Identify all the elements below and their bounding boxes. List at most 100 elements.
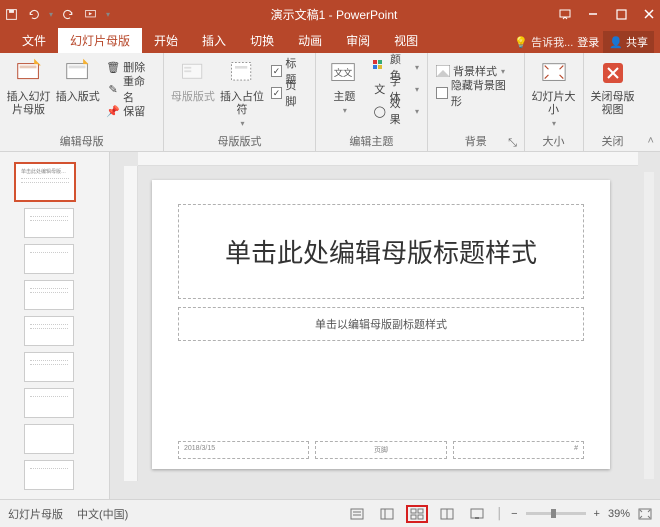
- quick-access-toolbar: ▾ ▾: [4, 7, 110, 21]
- layout-thumbnail[interactable]: [24, 460, 74, 490]
- close-icon[interactable]: [642, 7, 656, 21]
- rename-icon: ✎: [106, 82, 120, 96]
- slide-number-placeholder[interactable]: #: [453, 441, 584, 459]
- group-label: 关闭: [590, 131, 636, 149]
- tab-transitions[interactable]: 切换: [238, 28, 286, 53]
- themes-icon: 文文: [328, 57, 360, 89]
- share-button[interactable]: 👤共享: [603, 31, 654, 53]
- insert-slide-master-button[interactable]: 插入幻灯片母版: [6, 57, 51, 117]
- tab-view[interactable]: 视图: [382, 28, 430, 53]
- hide-bg-checkbox[interactable]: 隐藏背景图形: [434, 83, 518, 103]
- group-label: 背景⤡: [434, 131, 518, 149]
- layout-thumbnail[interactable]: [24, 424, 74, 454]
- group-edit-theme: 文文 主题▾ 颜色▾ 文字体▾ ◯效果▾ 编辑主题: [316, 53, 428, 151]
- horizontal-ruler: [138, 152, 638, 166]
- undo-dropdown-icon[interactable]: ▾: [49, 10, 53, 19]
- tab-review[interactable]: 审阅: [334, 28, 382, 53]
- slideshow-button[interactable]: [466, 505, 488, 523]
- group-size: 幻灯片大小▾ 大小: [525, 53, 584, 151]
- zoom-out-button[interactable]: −: [511, 508, 517, 520]
- rename-button[interactable]: ✎重命名: [104, 79, 157, 99]
- themes-button[interactable]: 文文 主题▾: [322, 57, 367, 116]
- master-layout-icon: [177, 57, 209, 89]
- placeholder-icon: [226, 57, 258, 89]
- colors-icon: [373, 60, 387, 74]
- close-master-button[interactable]: 关闭母版视图: [590, 57, 636, 117]
- footer-placeholder[interactable]: 页脚: [315, 441, 446, 459]
- preserve-button[interactable]: 📌保留: [104, 101, 157, 121]
- group-label: 母版版式: [170, 131, 309, 149]
- workspace: 单击此处编辑母版… 单击此处编辑母版标题样式 单击以编辑母版副标题样式 2018…: [0, 152, 660, 499]
- collapse-ribbon-icon[interactable]: ˄: [648, 135, 654, 147]
- group-edit-master: 插入幻灯片母版 插入版式 🗑删除 ✎重命名 📌保留 编辑母版: [0, 53, 164, 151]
- insert-placeholder-button[interactable]: 插入占位符▾: [219, 57, 264, 129]
- fit-to-window-button[interactable]: [638, 508, 652, 520]
- window-controls: [558, 7, 656, 21]
- status-bar: 幻灯片母版 中文(中国) │ − + 39%: [0, 499, 660, 527]
- vertical-scrollbar[interactable]: [644, 172, 654, 479]
- layout-thumbnail[interactable]: [24, 208, 74, 238]
- effects-button[interactable]: ◯效果▾: [371, 101, 421, 121]
- layout-thumbnail[interactable]: [24, 388, 74, 418]
- tab-slide-master[interactable]: 幻灯片母版: [58, 28, 142, 53]
- master-layout-button: 母版版式: [170, 57, 215, 104]
- layout-icon: [62, 57, 94, 89]
- group-background: 背景样式▾ 隐藏背景图形 背景⤡: [428, 53, 525, 151]
- background-icon: [436, 64, 450, 78]
- group-label: 大小: [531, 131, 577, 149]
- effects-icon: ◯: [373, 104, 387, 118]
- notes-button[interactable]: [346, 505, 368, 523]
- thumbnails-panel[interactable]: 单击此处编辑母版…: [0, 152, 110, 499]
- slide-editor: 单击此处编辑母版标题样式 单击以编辑母版副标题样式 2018/3/15 页脚 #: [110, 152, 660, 499]
- dialog-launcher-icon[interactable]: ⤡: [508, 137, 518, 147]
- preserve-icon: 📌: [106, 104, 120, 118]
- normal-view-button[interactable]: [376, 505, 398, 523]
- title-placeholder[interactable]: 单击此处编辑母版标题样式: [178, 204, 584, 299]
- tab-file[interactable]: 文件: [10, 28, 58, 53]
- tab-insert[interactable]: 插入: [190, 28, 238, 53]
- insert-layout-button[interactable]: 插入版式: [55, 57, 100, 104]
- undo-icon[interactable]: [26, 7, 40, 21]
- window-title: 演示文稿1 - PowerPoint: [110, 6, 558, 23]
- ribbon: 插入幻灯片母版 插入版式 🗑删除 ✎重命名 📌保留 编辑母版 母版版式 插入占位…: [0, 53, 660, 152]
- share-icon: 👤: [609, 36, 623, 49]
- slide-size-icon: [538, 57, 570, 89]
- delete-icon: 🗑: [106, 60, 120, 74]
- slide-master-icon: [13, 57, 45, 89]
- subtitle-placeholder[interactable]: 单击以编辑母版副标题样式: [178, 307, 584, 341]
- language-label[interactable]: 中文(中国): [77, 506, 128, 522]
- zoom-level[interactable]: 39%: [608, 508, 630, 520]
- view-mode-label: 幻灯片母版: [8, 506, 63, 522]
- group-label: 编辑主题: [322, 131, 421, 149]
- layout-thumbnail[interactable]: [24, 316, 74, 346]
- checkbox-checked-icon: ✓: [271, 87, 283, 99]
- group-close: 关闭母版视图 关闭: [584, 53, 642, 151]
- minimize-icon[interactable]: [586, 7, 600, 21]
- layout-thumbnail[interactable]: [24, 352, 74, 382]
- vertical-ruler: [124, 166, 138, 481]
- layout-thumbnail[interactable]: [24, 280, 74, 310]
- account-link[interactable]: 登录: [577, 34, 599, 50]
- zoom-in-button[interactable]: +: [594, 508, 600, 520]
- zoom-slider[interactable]: [526, 512, 586, 515]
- date-placeholder[interactable]: 2018/3/15: [178, 441, 309, 459]
- fonts-icon: 文: [373, 82, 387, 96]
- maximize-icon[interactable]: [614, 7, 628, 21]
- slide-canvas[interactable]: 单击此处编辑母版标题样式 单击以编辑母版副标题样式 2018/3/15 页脚 #: [152, 180, 610, 469]
- bulb-icon: 💡: [514, 36, 528, 49]
- master-thumbnail[interactable]: 单击此处编辑母版…: [14, 162, 76, 202]
- layout-thumbnail[interactable]: [24, 244, 74, 274]
- reading-view-button[interactable]: [436, 505, 458, 523]
- save-icon[interactable]: [4, 7, 18, 21]
- tell-me-search[interactable]: 💡告诉我...: [514, 34, 573, 50]
- slide-size-button[interactable]: 幻灯片大小▾: [531, 57, 577, 129]
- tab-animations[interactable]: 动画: [286, 28, 334, 53]
- tab-home[interactable]: 开始: [142, 28, 190, 53]
- ribbon-options-icon[interactable]: [558, 7, 572, 21]
- footers-checkbox[interactable]: ✓页脚: [269, 83, 309, 103]
- redo-icon[interactable]: [61, 7, 75, 21]
- slide-sorter-button[interactable]: [406, 505, 428, 523]
- checkbox-icon: [436, 87, 448, 99]
- title-bar: ▾ ▾ 演示文稿1 - PowerPoint: [0, 0, 660, 28]
- start-from-beginning-icon[interactable]: [83, 7, 97, 21]
